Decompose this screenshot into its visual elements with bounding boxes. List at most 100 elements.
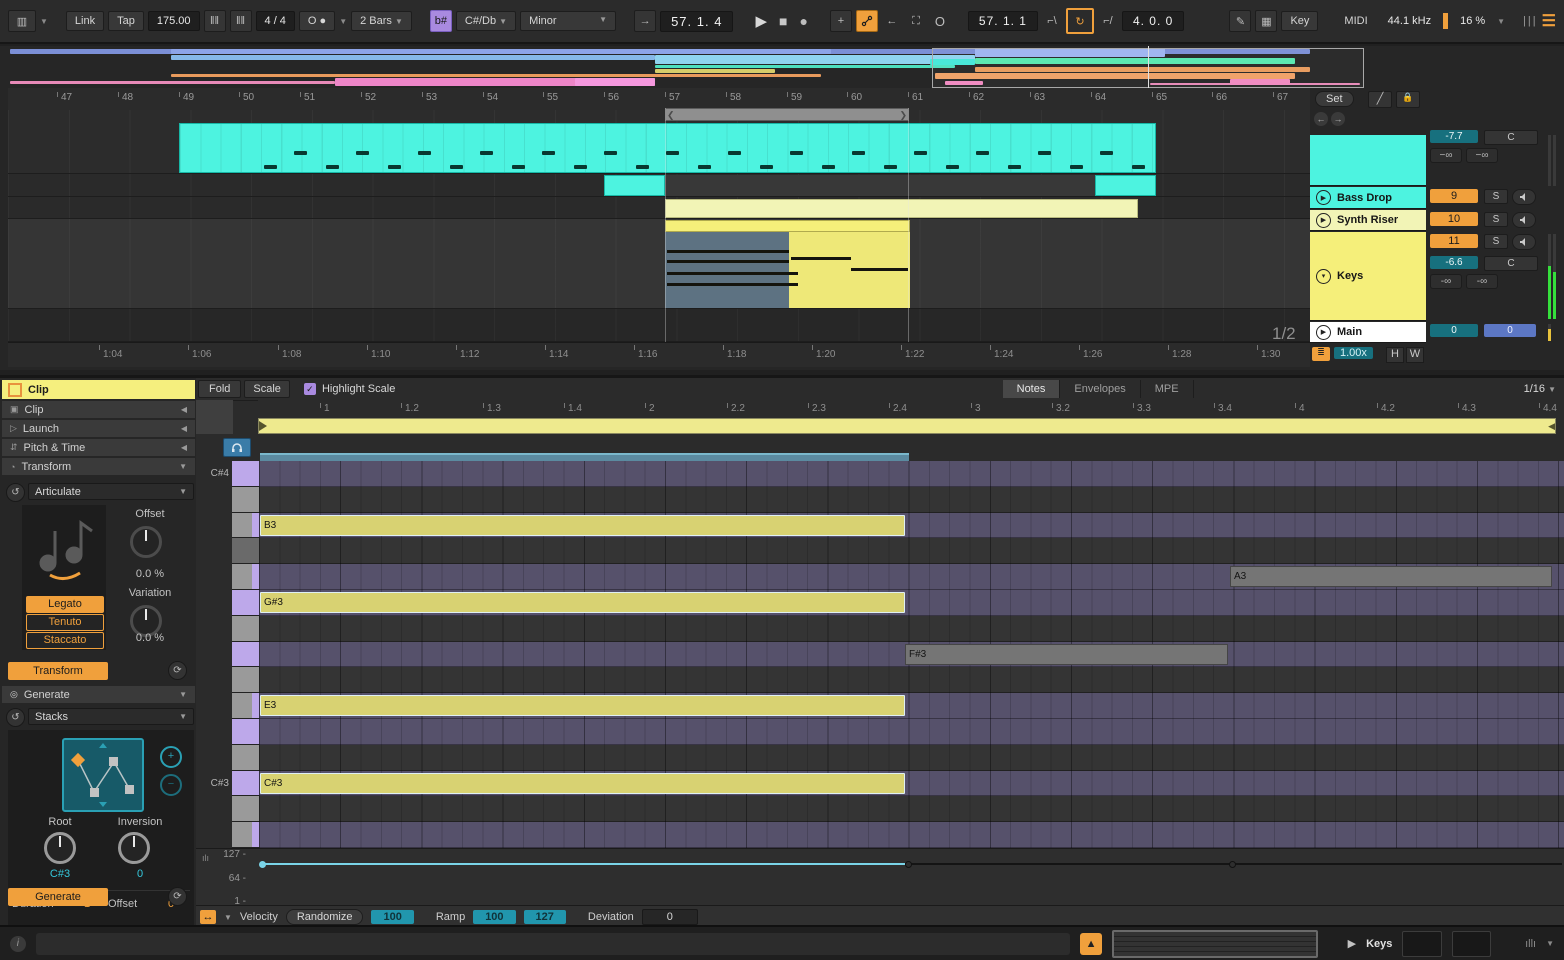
section-expand-icon[interactable]: ◀ (181, 405, 187, 414)
velocity-marker[interactable] (1229, 861, 1236, 868)
note-row-as3[interactable] (196, 538, 1564, 564)
bass-drop-clip[interactable] (665, 175, 1095, 196)
section-pitch-time[interactable]: ⇵Pitch & Time◀ (2, 439, 195, 457)
bass-drop-clip[interactable] (604, 175, 665, 196)
beat-ruler[interactable]: 11.21.31.422.22.32.433.23.33.444.24.34.4 (258, 400, 1564, 418)
piano-key-d3[interactable] (232, 745, 259, 771)
stacks-remove-icon[interactable]: − (160, 774, 182, 796)
time-signature-field[interactable]: 4 / 4 (256, 11, 295, 31)
piano-key-as3[interactable] (232, 538, 259, 564)
capture-midi-icon[interactable]: ⛶ (906, 11, 926, 31)
height-zoom-button[interactable]: H (1386, 347, 1404, 363)
keys-send-b[interactable]: -∞ (1466, 274, 1498, 289)
width-zoom-button[interactable]: W (1406, 347, 1424, 363)
track-header-keys[interactable]: ▾Keys (1310, 232, 1426, 321)
randomize-button[interactable]: Randomize (286, 909, 364, 925)
play-icon[interactable]: ▶ (1316, 325, 1331, 340)
stacks-hotswap-icon[interactable]: ↺ (6, 708, 25, 727)
note-row-ds3[interactable] (196, 719, 1564, 745)
staccato-button[interactable]: Staccato (26, 632, 104, 649)
row-grid[interactable] (259, 538, 1564, 564)
row-grid[interactable] (259, 487, 1564, 513)
track-lane-main[interactable] (8, 309, 1310, 342)
tab-mpe[interactable]: MPE (1141, 380, 1194, 398)
scale-mode-icon[interactable]: b# (430, 10, 452, 32)
piano-key-e3[interactable] (232, 693, 259, 719)
section-expand-icon[interactable]: ◀ (181, 424, 187, 433)
piano-key-ds3[interactable] (232, 719, 259, 745)
clip-start-marker[interactable] (259, 421, 267, 431)
groove-quantize-menu[interactable]: 2 Bars ▼ (351, 11, 412, 31)
note-row-b2[interactable] (196, 822, 1564, 848)
computer-midi-keyboard-icon[interactable]: ▦ (1255, 10, 1277, 32)
scale-name-menu[interactable]: Minor▼ (520, 11, 616, 31)
drums-volume-field[interactable]: -7.7 (1430, 130, 1478, 143)
stacks-add-icon[interactable]: + (160, 746, 182, 768)
meter-chevron-icon[interactable]: ▼ (1546, 939, 1554, 948)
highlight-scale-checkbox[interactable]: ✓ (304, 383, 316, 395)
section-clip[interactable]: ▣Clip◀ (2, 401, 195, 419)
track-number-badge[interactable]: 10 (1430, 212, 1478, 226)
loop-start-field[interactable]: 57. 1. 1 (968, 11, 1038, 31)
piano-key-a3[interactable] (232, 564, 259, 590)
session-record-icon[interactable]: O (930, 11, 950, 31)
bar-ruler[interactable]: 4748495051525354555657585960616263646566… (8, 88, 1310, 111)
ramp-from-field[interactable]: 100 (473, 910, 515, 924)
track-number-badge[interactable]: 9 (1430, 189, 1478, 203)
lane-chevron-icon[interactable]: ▼ (224, 913, 232, 922)
lane-handle-icon[interactable]: ↔ (200, 910, 216, 924)
punch-out-icon[interactable]: ⌐/ (1098, 11, 1118, 31)
fold-button[interactable]: Fold (198, 380, 241, 398)
stacks-dropdown[interactable]: Stacks▼ (28, 708, 194, 725)
key-map-button[interactable]: Key (1281, 11, 1318, 31)
bass-drop-clip[interactable] (1095, 175, 1156, 196)
loop-length-field[interactable]: 4. 0. 0 (1122, 11, 1184, 31)
generate-button[interactable]: Generate (8, 888, 108, 906)
piano-key-f3[interactable] (232, 667, 259, 693)
arrangement-tracks[interactable] (8, 110, 1310, 364)
set-loop-button[interactable]: Set (1315, 91, 1354, 107)
offset-knob[interactable] (130, 526, 162, 558)
drums-clip[interactable] (179, 123, 1156, 173)
drums-send-a[interactable]: −∞ (1430, 148, 1462, 163)
midi-note-e3[interactable]: E3 (260, 695, 905, 716)
piano-key-fs3[interactable] (232, 642, 259, 668)
playback-speed-field[interactable]: 1.00x (1334, 347, 1373, 359)
keys-send-a[interactable]: -∞ (1430, 274, 1462, 289)
scroll-strip[interactable] (260, 453, 909, 461)
track-header-synth-riser[interactable]: ▶Synth Riser (1310, 210, 1426, 231)
tap-tempo-button[interactable]: Tap (108, 11, 144, 31)
view-options-chevron-icon[interactable]: ▼ (40, 17, 48, 26)
midi-note-b3[interactable]: B3 (260, 515, 905, 536)
solo-button[interactable]: S (1484, 234, 1508, 249)
piano-key-g3[interactable] (232, 616, 259, 642)
drums-send-b[interactable]: −∞ (1466, 148, 1498, 163)
piano-key-b3[interactable] (232, 513, 259, 539)
piano-key-cs4[interactable] (232, 461, 259, 487)
show-device-chain-button[interactable]: ▲ (1080, 933, 1102, 955)
row-grid[interactable] (259, 719, 1564, 745)
solo-button[interactable]: S (1484, 189, 1508, 204)
tab-envelopes[interactable]: Envelopes (1060, 380, 1140, 398)
follow-button[interactable]: → (634, 10, 656, 32)
track-header-bass-drop[interactable]: ▶Bass Drop (1310, 187, 1426, 209)
track-header-drums[interactable] (1310, 135, 1426, 186)
velocity-marker[interactable] (259, 861, 266, 868)
speaker-button[interactable] (1512, 234, 1536, 250)
section-expand-icon[interactable]: ▼ (179, 462, 187, 471)
drums-pan-field[interactable]: C (1484, 130, 1538, 145)
play-button[interactable]: ▶ (751, 12, 771, 30)
track-header-main[interactable]: ▶Main (1310, 322, 1426, 343)
nudge-up-icon[interactable]: ‖‖ (230, 10, 252, 32)
record-button[interactable]: ● (795, 13, 811, 29)
stop-button[interactable]: ■ (775, 13, 791, 29)
audition-icon[interactable]: ≣ (1312, 347, 1330, 361)
piano-key-gs3[interactable] (232, 590, 259, 616)
variation-value[interactable]: 0.0 % (110, 632, 190, 644)
cpu-load-field[interactable]: 16 % (1452, 12, 1493, 30)
main-volume-field[interactable]: 0 (1430, 324, 1478, 337)
deviation-field[interactable]: 0 (642, 909, 698, 925)
midi-map-button[interactable]: MIDI (1336, 12, 1375, 30)
row-grid[interactable] (259, 616, 1564, 642)
speaker-button[interactable] (1512, 212, 1536, 228)
